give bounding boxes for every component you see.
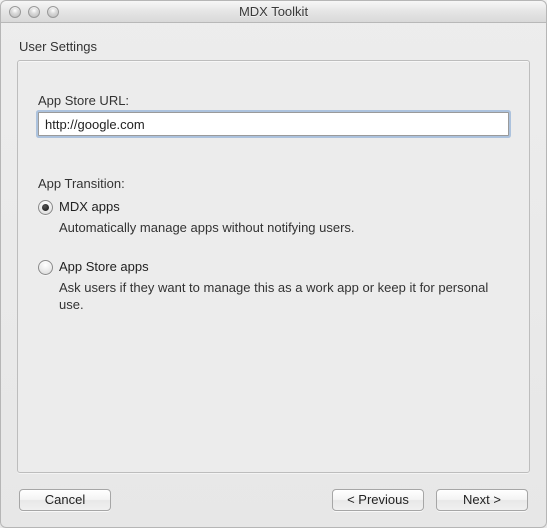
cancel-button[interactable]: Cancel [19,489,111,511]
radio-label: MDX apps [59,199,120,214]
radio-store-desc: Ask users if they want to manage this as… [59,279,509,314]
app-store-url-input[interactable] [38,112,509,136]
settings-panel: App Store URL: App Transition: MDX apps … [17,60,530,473]
titlebar[interactable]: MDX Toolkit [1,1,546,23]
section-title: User Settings [19,39,530,54]
next-button[interactable]: Next > [436,489,528,511]
transition-label: App Transition: [38,176,509,191]
button-bar: Cancel < Previous Next > [1,473,546,527]
radio-mdx-apps[interactable]: MDX apps [38,199,509,215]
radio-app-store-apps[interactable]: App Store apps [38,259,509,275]
radio-mdx-desc: Automatically manage apps without notify… [59,219,509,237]
window-title: MDX Toolkit [1,4,546,19]
zoom-icon[interactable] [47,6,59,18]
app-window: MDX Toolkit User Settings App Store URL:… [0,0,547,528]
window-controls [9,6,59,18]
url-label: App Store URL: [38,93,509,108]
close-icon[interactable] [9,6,21,18]
radio-label: App Store apps [59,259,149,274]
minimize-icon[interactable] [28,6,40,18]
radio-icon[interactable] [38,200,53,215]
radio-icon[interactable] [38,260,53,275]
content-area: User Settings App Store URL: App Transit… [1,23,546,473]
previous-button[interactable]: < Previous [332,489,424,511]
